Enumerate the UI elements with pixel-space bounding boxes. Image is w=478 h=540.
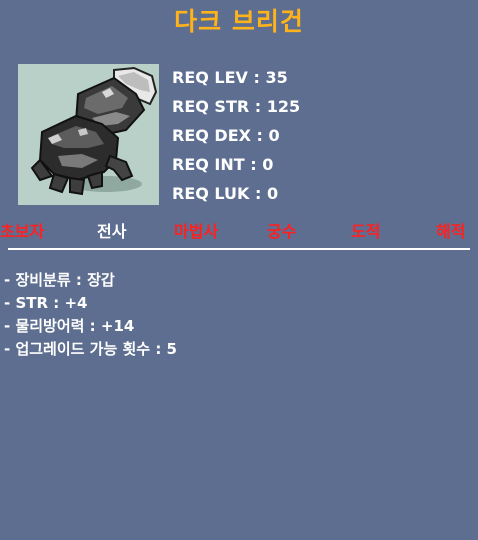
stat-category: - 장비분류 : 장갑: [4, 271, 115, 289]
req-str: REQ STR : 125: [172, 97, 301, 116]
requirements-list: REQ LEV : 35 REQ STR : 125 REQ DEX : 0 R…: [172, 66, 300, 211]
divider-line: [8, 248, 470, 250]
job-pirate: 해적: [436, 222, 466, 241]
stat-upgrades: - 업그레이드 가능 횟수 : 5: [4, 340, 177, 358]
item-stats-list: - 장비분류 : 장갑 - STR : +4 - 물리방어력 : +14 - 업…: [4, 270, 177, 362]
job-bowman: 궁수: [267, 222, 297, 241]
job-class-row: 초보자 전사 마법사 궁수 도적 해적: [0, 218, 478, 244]
stat-defense: - 물리방어력 : +14: [4, 317, 135, 335]
stat-str: - STR : +4: [4, 294, 88, 312]
req-dex: REQ DEX : 0: [172, 126, 280, 145]
dark-gauntlet-icon: [30, 66, 158, 196]
job-warrior: 전사: [97, 222, 127, 241]
job-magician: 마법사: [174, 222, 219, 241]
item-name: 다크 브리건: [174, 7, 304, 36]
req-level: REQ LEV : 35: [172, 68, 288, 87]
req-int: REQ INT : 0: [172, 155, 274, 174]
job-thief: 도적: [351, 222, 381, 241]
job-beginner: 초보자: [0, 222, 45, 241]
req-luk: REQ LUK : 0: [172, 184, 279, 203]
item-icon-frame: [18, 64, 159, 205]
